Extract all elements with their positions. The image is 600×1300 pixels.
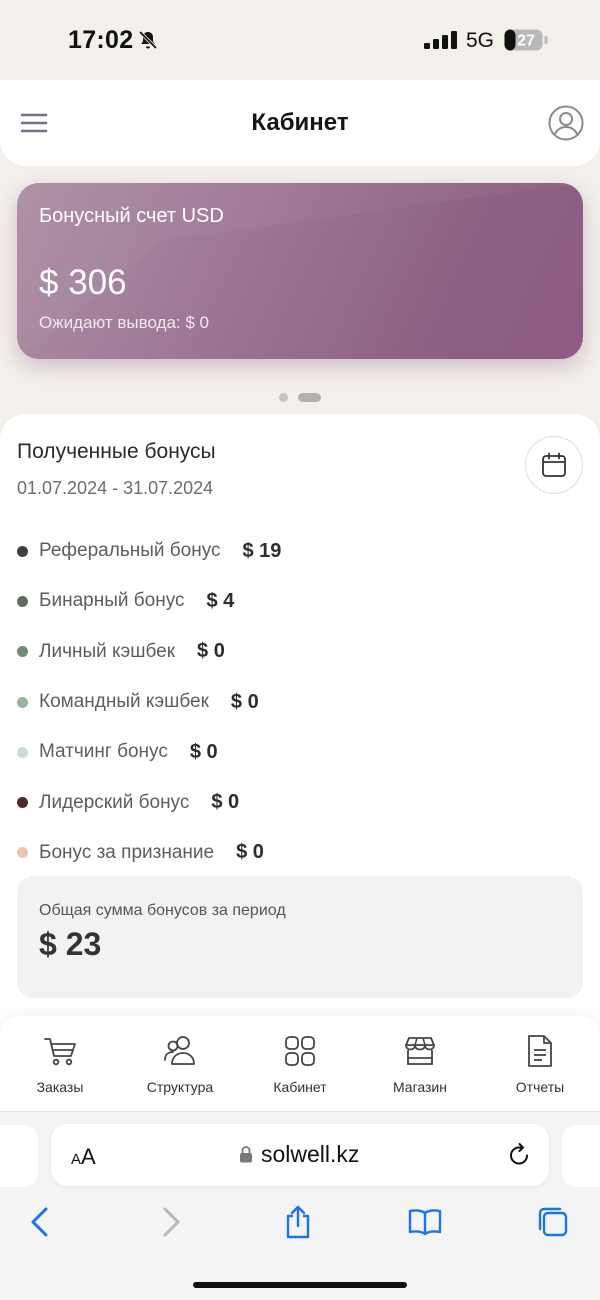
bonus-value: $ 19	[242, 539, 282, 562]
card-pager	[0, 393, 600, 403]
tab-shop[interactable]: Магазин	[360, 1016, 480, 1112]
bonus-label: Бинарный бонус	[39, 590, 185, 612]
bonus-value: $ 4	[206, 589, 235, 612]
period-range: 01.07.2024 - 31.07.2024	[17, 478, 214, 498]
legend-dot	[17, 847, 28, 859]
network-type: 5G	[466, 29, 495, 52]
card-balance: $ 306	[39, 263, 127, 302]
legend-dot	[17, 746, 28, 758]
cellular-signal-icon	[424, 31, 457, 49]
lock-icon	[240, 1146, 252, 1163]
bonus-label: Реферальный бонус	[39, 540, 221, 562]
legend-dot	[17, 696, 28, 708]
share-icon[interactable]	[280, 1204, 316, 1240]
total-bonuses-box: Общая сумма бонусов за период $ 23	[17, 876, 583, 998]
browser-chrome: AA solwell.kz	[0, 1112, 600, 1300]
tab-cabinet[interactable]: Кабинет	[240, 1016, 360, 1112]
pager-dot[interactable]	[279, 393, 288, 402]
back-icon[interactable]	[22, 1204, 58, 1240]
list-item: Бонус за признание $ 0	[17, 828, 587, 878]
status-time: 17:02	[68, 26, 134, 54]
previous-tab-preview[interactable]	[0, 1125, 38, 1187]
page-title: Кабинет	[251, 109, 349, 136]
list-item: Реферальный бонус $ 19	[17, 526, 587, 576]
total-value: $ 23	[39, 926, 102, 962]
user-circle-icon[interactable]	[548, 105, 584, 141]
list-item: Личный кэшбек $ 0	[17, 627, 587, 677]
tab-label: Отчеты	[515, 1079, 565, 1095]
bonus-label: Командный кэшбек	[39, 691, 209, 713]
received-bonuses-panel: Полученные бонусы 01.07.2024 - 31.07.202…	[0, 414, 600, 1034]
card-title: Бонусный счет USD	[39, 205, 224, 227]
status-bar: 17:02 5G 27	[0, 0, 600, 80]
grid-icon	[285, 1036, 315, 1066]
bonus-label: Лидерский бонус	[39, 791, 190, 813]
legend-dot	[17, 646, 28, 658]
bonus-value: $ 0	[230, 690, 259, 713]
tab-reports[interactable]: Отчеты	[480, 1016, 600, 1112]
users-icon	[164, 1036, 195, 1065]
text-size-button[interactable]: AA	[71, 1144, 96, 1170]
url-text[interactable]: solwell.kz	[261, 1141, 359, 1168]
tab-label: Кабинет	[273, 1079, 327, 1095]
bonus-value: $ 0	[189, 740, 218, 763]
cart-icon	[44, 1038, 76, 1066]
calendar-icon	[542, 452, 566, 477]
bonus-label: Личный кэшбек	[39, 640, 176, 662]
legend-dot	[17, 595, 28, 607]
tab-label: Структура	[146, 1079, 214, 1095]
tab-structure[interactable]: Структура	[120, 1016, 240, 1112]
bonus-label: Матчинг бонус	[39, 741, 168, 763]
calendar-button[interactable]	[525, 436, 583, 494]
tab-label: Заказы	[36, 1079, 84, 1095]
home-indicator	[193, 1282, 407, 1288]
forward-icon[interactable]	[153, 1204, 189, 1240]
reload-icon[interactable]	[506, 1142, 532, 1168]
bell-slash-icon	[138, 30, 158, 50]
bonus-label: Бонус за признание	[39, 841, 215, 863]
bonus-value: $ 0	[236, 841, 264, 864]
panel-title: Полученные бонусы	[17, 440, 216, 463]
document-icon	[528, 1035, 552, 1067]
tab-label: Магазин	[392, 1079, 447, 1095]
store-icon	[405, 1037, 435, 1065]
card-pending-withdrawal: Ожидают вывода: $ 0	[39, 313, 209, 332]
pager-dot-active[interactable]	[298, 393, 321, 402]
battery-level: 27	[517, 33, 535, 50]
bonus-list: Реферальный бонус $ 19 Бинарный бонус $ …	[17, 526, 587, 878]
list-item: Матчинг бонус $ 0	[17, 727, 587, 777]
bonus-value: $ 0	[197, 640, 225, 663]
tab-orders[interactable]: Заказы	[0, 1016, 120, 1112]
bonus-value: $ 0	[211, 791, 240, 814]
list-item: Командный кэшбек $ 0	[17, 677, 587, 727]
next-tab-preview[interactable]	[562, 1125, 600, 1187]
legend-dot	[17, 545, 28, 557]
list-item: Бинарный бонус $ 4	[17, 576, 587, 626]
app-header: Кабинет	[0, 80, 600, 166]
legend-dot	[17, 797, 28, 809]
battery-icon: 27	[504, 29, 548, 51]
tabs-icon[interactable]	[535, 1204, 571, 1240]
address-bar[interactable]: AA solwell.kz	[51, 1124, 549, 1186]
total-label: Общая сумма бонусов за период	[39, 902, 286, 919]
bottom-tab-bar: Заказы Структура Кабинет Магазин Отчеты	[0, 1016, 600, 1112]
bookmarks-icon[interactable]	[407, 1204, 443, 1240]
bonus-account-card[interactable]: Бонусный счет USD $ 306 Ожидают вывода: …	[17, 183, 583, 359]
list-item: Лидерский бонус $ 0	[17, 777, 587, 827]
